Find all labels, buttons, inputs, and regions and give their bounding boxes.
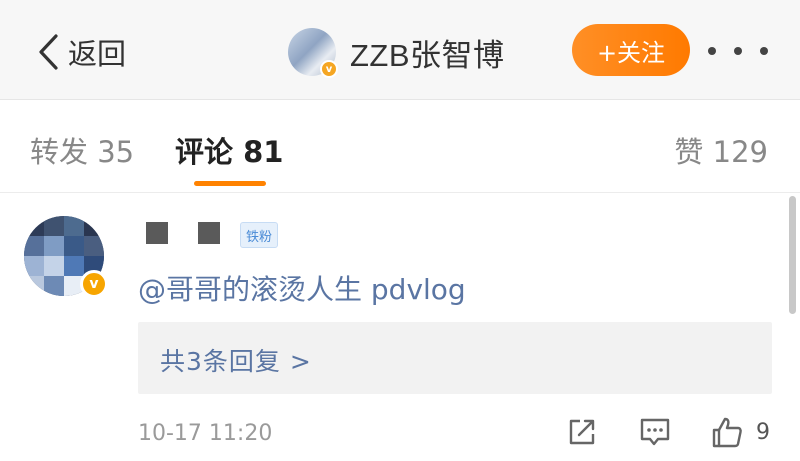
active-tab-indicator: [194, 181, 266, 186]
more-dots-icon[interactable]: [708, 34, 768, 68]
redaction-block: [146, 222, 168, 244]
tab-label: 评论: [175, 135, 234, 169]
tab-comments[interactable]: 评论 81: [175, 129, 283, 171]
dot: [734, 47, 742, 55]
replies-box[interactable]: 共3条回复 >: [138, 322, 772, 394]
back-button[interactable]: 返回: [36, 30, 126, 74]
profile-header[interactable]: v ZZB张智博: [288, 24, 505, 80]
replies-label: 共3条回复 >: [160, 347, 312, 376]
tab-count: 81: [243, 135, 284, 169]
user-name[interactable]: ZZB张智博: [350, 30, 505, 75]
tab-bar: 转发 35 评论 81 赞 129: [0, 101, 800, 193]
back-chevron-icon: [39, 34, 58, 70]
redaction-block: [198, 222, 220, 244]
back-label: 返回: [68, 37, 127, 71]
fan-badge: 铁粉: [240, 222, 279, 248]
commenter-name-redacted[interactable]: [146, 222, 250, 244]
share-button[interactable]: [566, 414, 598, 450]
like-button[interactable]: 9: [710, 414, 770, 450]
tab-count: 35: [97, 135, 135, 169]
top-bar: 返回 v ZZB张智博 +关注: [0, 0, 800, 100]
tab-label: 赞: [674, 135, 704, 169]
dot: [708, 47, 716, 55]
tab-likes[interactable]: 赞 129: [674, 129, 768, 171]
comment-icon: [640, 418, 670, 446]
verified-badge-icon: v: [320, 60, 338, 78]
comment-timestamp: 10-17 11:20: [138, 421, 273, 446]
tab-label: 转发: [30, 135, 89, 169]
verified-badge-icon: v: [80, 270, 108, 298]
thumbs-up-icon: [712, 417, 742, 448]
avatar[interactable]: v: [288, 28, 338, 78]
tab-repost[interactable]: 转发 35: [30, 129, 134, 171]
follow-button[interactable]: +关注: [572, 24, 690, 76]
like-count: 9: [756, 419, 770, 445]
share-icon: [569, 419, 595, 445]
dot: [760, 47, 768, 55]
scrollbar[interactable]: [789, 196, 796, 314]
tab-count: 129: [712, 135, 768, 169]
reply-button[interactable]: [638, 414, 672, 450]
comment-text[interactable]: @哥哥的滚烫人生 pdvlog: [138, 268, 466, 308]
